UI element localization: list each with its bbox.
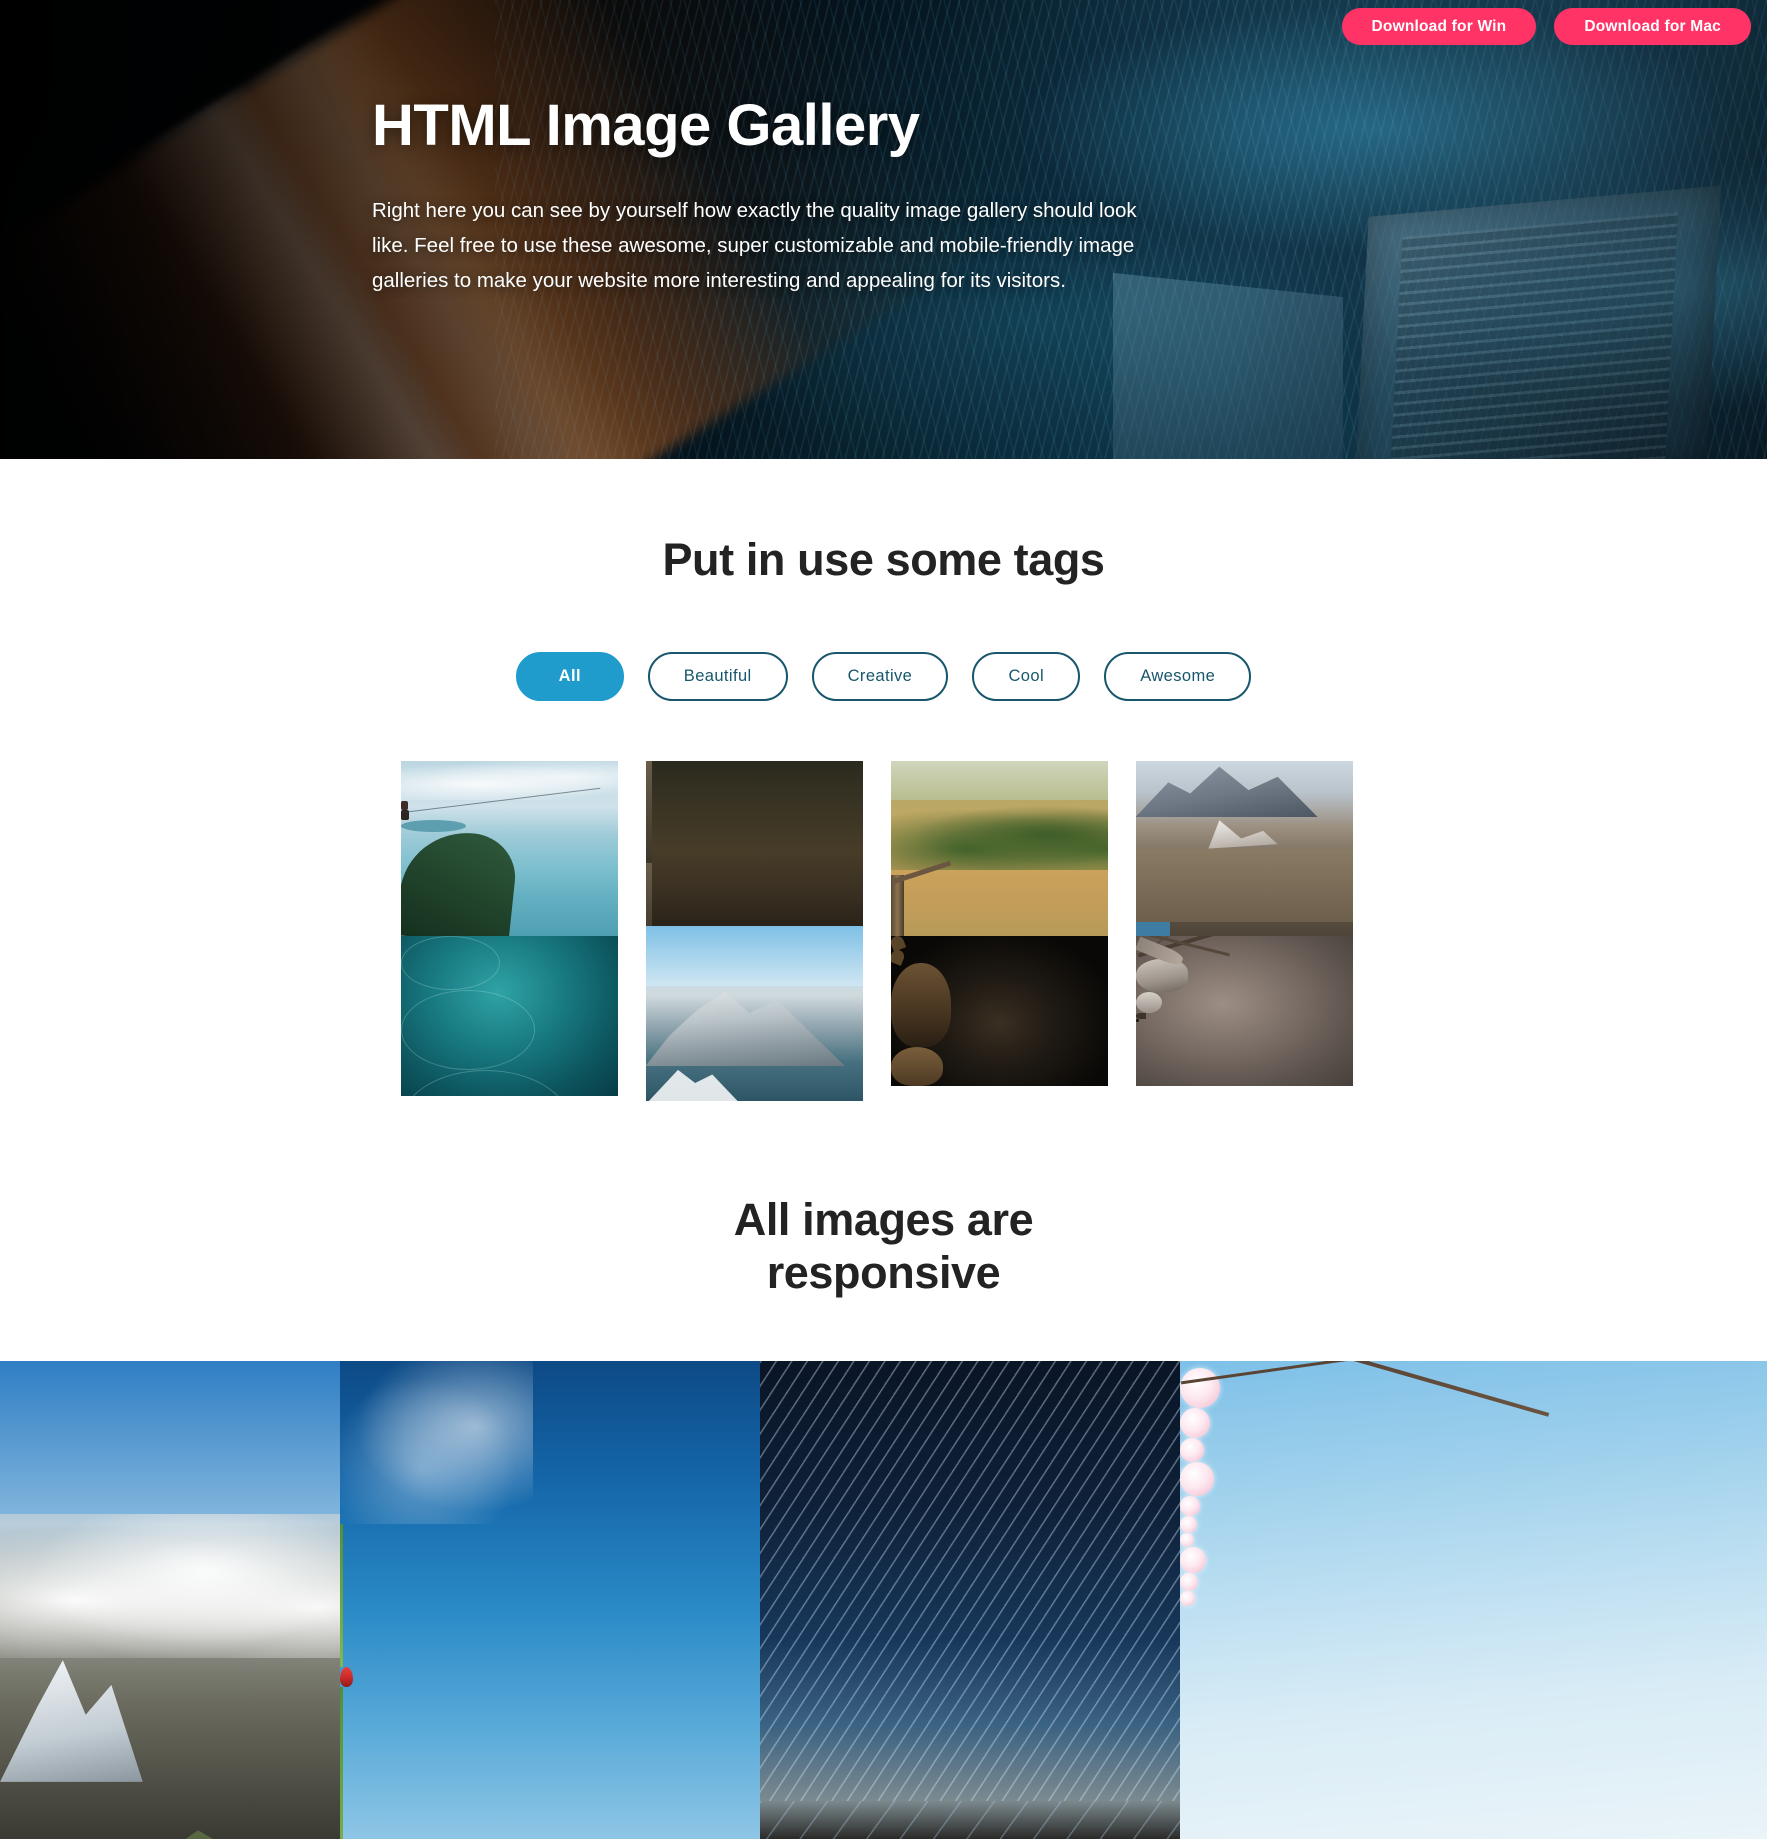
responsive-section: All images are responsive (0, 1101, 1767, 1839)
gallery-item-3[interactable] (890, 761, 1108, 937)
responsive-title-line-2: responsive (766, 1247, 1001, 1299)
responsive-image-band (0, 1361, 1767, 1839)
gallery-image-village (1135, 761, 1353, 937)
tags-section: Put in use some tags All Beautiful Creat… (0, 459, 1767, 1102)
gallery-item-5[interactable] (645, 926, 863, 1102)
gallery-image-bird (1135, 936, 1353, 1087)
gallery-image-kayak (645, 926, 863, 1102)
hero-subtitle: Right here you can see by yourself how e… (372, 198, 1137, 293)
tag-filter-awesome[interactable]: Awesome (1104, 652, 1252, 702)
gallery-image-owl (890, 936, 1108, 1087)
gallery-image-cable-cars (400, 761, 618, 937)
page-title: HTML Image Gallery (372, 93, 920, 158)
responsive-section-title: All images are responsive (624, 1193, 1144, 1299)
gallery-item-6[interactable] (400, 936, 618, 1097)
tag-filter-creative[interactable]: Creative (811, 652, 949, 702)
gallery-image-hand-water (400, 936, 618, 1097)
responsive-title-line-1: All images are (733, 1194, 1034, 1246)
image-gallery-grid (400, 761, 1367, 1102)
gallery-image-zebra (890, 761, 1108, 937)
gallery-image-fox (645, 761, 863, 927)
hero-section: Download for Win Download for Mac HTML I… (0, 0, 1767, 459)
band-image-star-trails[interactable] (760, 1361, 1180, 1839)
download-win-button[interactable]: Download for Win (1341, 8, 1537, 46)
gallery-item-4[interactable] (1135, 761, 1353, 937)
gallery-item-8[interactable] (1135, 936, 1353, 1087)
tag-filter-all[interactable]: All (515, 652, 624, 702)
gallery-item-2[interactable] (645, 761, 863, 927)
tags-section-title: Put in use some tags (662, 534, 1105, 585)
hero-download-buttons: Download for Win Download for Mac (1341, 8, 1751, 46)
gallery-item-1[interactable] (400, 761, 618, 937)
band-image-misty-mountain[interactable] (0, 1361, 340, 1839)
tag-filter-beautiful[interactable]: Beautiful (647, 652, 788, 702)
tag-filter-row: All Beautiful Creative Cool Awesome (0, 652, 1767, 702)
band-image-tulips[interactable] (340, 1361, 760, 1839)
tag-filter-cool[interactable]: Cool (972, 652, 1081, 702)
band-image-cherry-blossom[interactable] (1180, 1361, 1767, 1839)
download-mac-button[interactable]: Download for Mac (1554, 8, 1751, 46)
gallery-item-7[interactable] (890, 936, 1108, 1087)
